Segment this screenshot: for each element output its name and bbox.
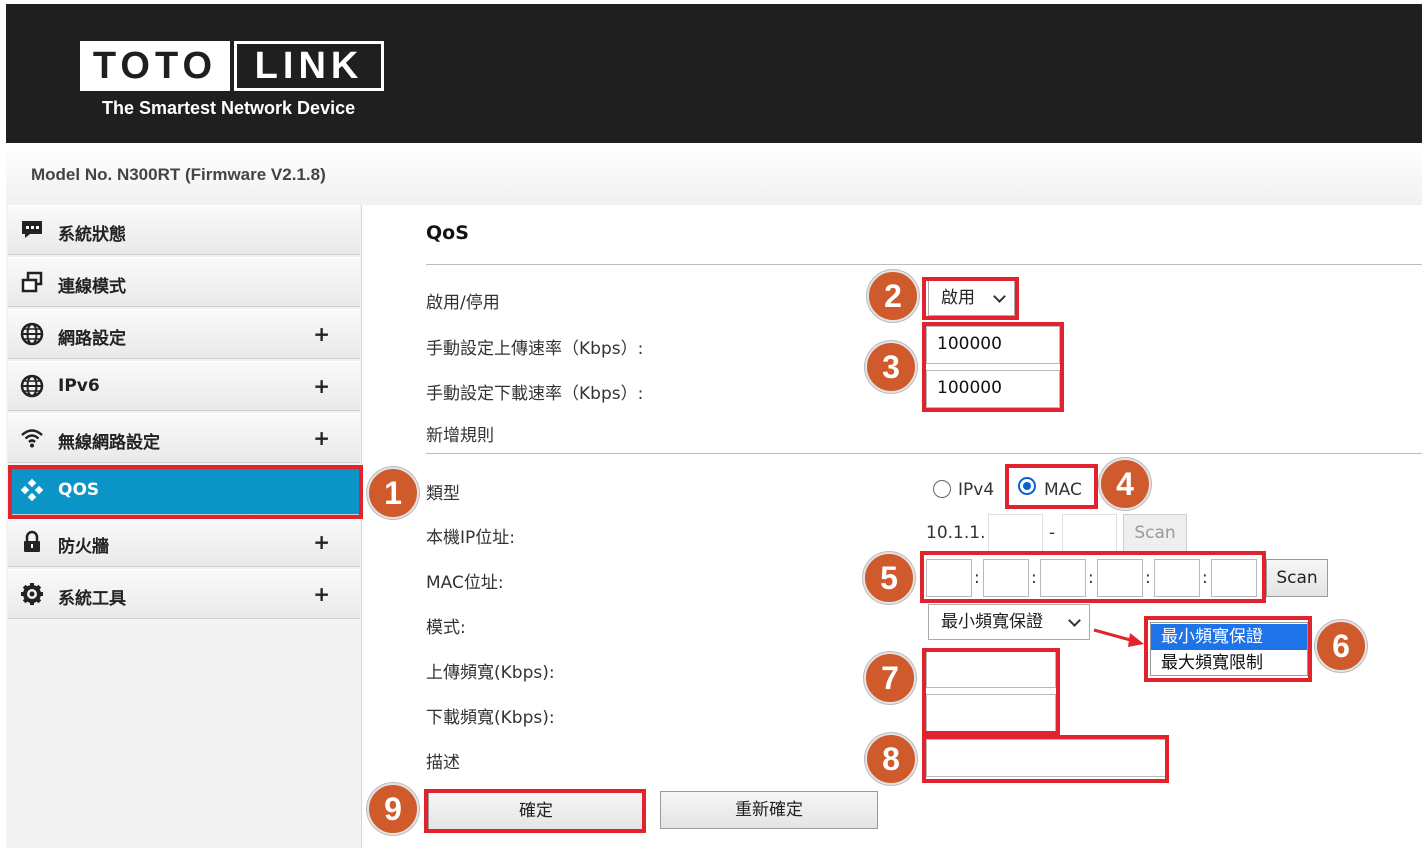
sidebar-item-system-status[interactable]: 系統狀態: [8, 205, 360, 255]
mode-label: 模式:: [426, 618, 466, 638]
confirm-button[interactable]: 確定: [428, 792, 644, 830]
sidebar-item-system-tools[interactable]: 系統工具 +: [8, 569, 360, 619]
sidebar-item-label: 無線網路設定: [58, 433, 160, 453]
sidebar-item-label: IPv6: [58, 376, 100, 396]
mac-octet-4-input[interactable]: [1097, 559, 1143, 597]
divider: [426, 264, 1422, 265]
sidebar-item-connection-mode[interactable]: 連線模式: [8, 257, 360, 307]
chevron-down-icon: [993, 290, 1006, 303]
step-badge-9: 9: [367, 783, 419, 835]
radio-ipv4-label: IPv4: [958, 480, 995, 500]
sidebar-item-firewall[interactable]: 防火牆 +: [8, 517, 360, 567]
upload-bw-label: 上傳頻寬(Kbps):: [426, 663, 555, 683]
mac-octet-5-input[interactable]: [1154, 559, 1200, 597]
step-badge-2: 2: [867, 270, 919, 322]
expand-plus-icon[interactable]: +: [313, 322, 330, 346]
local-ip-prefix: 10.1.1.: [926, 523, 986, 543]
mode-option-min[interactable]: 最小頻寬保證: [1151, 624, 1307, 650]
upload-rate-label: 手動設定上傳速率（Kbps）:: [426, 339, 644, 359]
divider: [426, 453, 1422, 454]
mac-separator: :: [974, 568, 980, 588]
enable-select-value: 啟用: [941, 288, 975, 308]
sidebar: 系統狀態 連線模式 網路設定 + IPv6 + 無線網路設定 + QOS 防火牆…: [6, 205, 362, 848]
mode-select-value: 最小頻寬保證: [941, 612, 1043, 632]
step-badge-3: 3: [865, 341, 917, 393]
mac-separator: :: [1145, 568, 1151, 588]
totolink-logo: TOTO LINK: [80, 41, 384, 91]
wifi-icon: [21, 429, 43, 448]
sidebar-item-network-settings[interactable]: 網路設定 +: [8, 309, 360, 359]
logo-link-text: LINK: [234, 41, 384, 91]
download-rate-label: 手動設定下載速率（Kbps）:: [426, 384, 644, 404]
step-badge-1: 1: [367, 467, 419, 519]
add-rule-title: 新增規則: [426, 426, 494, 446]
mode-icon: [21, 271, 43, 293]
local-ip-label: 本機IP位址:: [426, 528, 515, 548]
enable-label: 啟用/停用: [426, 293, 500, 313]
chevron-down-icon: [1068, 614, 1081, 627]
scan-mac-button[interactable]: Scan: [1266, 559, 1328, 597]
model-info: Model No. N300RT (Firmware V2.1.8): [31, 165, 326, 184]
step-badge-4: 4: [1099, 458, 1151, 510]
radio-mac-label: MAC: [1044, 480, 1082, 500]
lock-icon: [24, 530, 40, 552]
enable-select[interactable]: 啟用: [928, 280, 1015, 316]
radio-mac[interactable]: [1018, 477, 1036, 495]
download-bw-input[interactable]: [926, 694, 1056, 732]
brand-tagline: The Smartest Network Device: [102, 98, 356, 118]
local-ip-dash: -: [1049, 523, 1056, 543]
mac-separator: :: [1202, 568, 1208, 588]
sidebar-item-qos[interactable]: QOS: [8, 465, 360, 515]
download-rate-input[interactable]: 100000: [926, 370, 1060, 408]
step-badge-7: 7: [864, 652, 916, 704]
step-badge-5: 5: [863, 552, 915, 604]
local-ip-start-input[interactable]: [988, 514, 1043, 552]
arrow-annotation-icon: [1093, 628, 1144, 647]
mode-option-max[interactable]: 最大頻寬限制: [1151, 650, 1307, 676]
expand-plus-icon[interactable]: +: [313, 426, 330, 450]
reset-button[interactable]: 重新確定: [660, 791, 878, 829]
header-bar: TOTO LINK The Smartest Network Device: [6, 4, 1422, 143]
mac-separator: :: [1088, 568, 1094, 588]
mac-octet-1-input[interactable]: [926, 559, 972, 597]
expand-plus-icon[interactable]: +: [313, 582, 330, 606]
expand-plus-icon[interactable]: +: [313, 530, 330, 554]
mode-dropdown-list: 最小頻寬保證 最大頻寬限制: [1150, 622, 1308, 676]
globe-icon: [20, 374, 44, 398]
local-ip-end-input[interactable]: [1062, 514, 1117, 552]
page-title: QoS: [426, 222, 469, 244]
sidebar-item-label: 防火牆: [58, 537, 109, 557]
sidebar-item-ipv6[interactable]: IPv6 +: [8, 361, 360, 411]
gear-icon: [21, 583, 43, 605]
upload-bw-input[interactable]: [926, 650, 1056, 688]
description-label: 描述: [426, 753, 460, 773]
mode-select[interactable]: 最小頻寬保證: [928, 604, 1090, 640]
mac-separator: :: [1031, 568, 1037, 588]
description-input[interactable]: [926, 739, 1166, 777]
type-label: 類型: [426, 484, 460, 504]
qos-icon: [20, 478, 44, 502]
step-badge-6: 6: [1315, 620, 1367, 672]
sidebar-item-label: QOS: [58, 480, 100, 500]
step-badge-8: 8: [865, 733, 917, 785]
sidebar-item-label: 網路設定: [58, 329, 126, 349]
status-icon: [22, 221, 42, 238]
globe-icon: [20, 322, 44, 346]
upload-rate-input[interactable]: 100000: [926, 326, 1060, 364]
sidebar-item-wireless-settings[interactable]: 無線網路設定 +: [8, 413, 360, 463]
download-bw-label: 下載頻寬(Kbps):: [426, 708, 555, 728]
mac-octet-3-input[interactable]: [1040, 559, 1086, 597]
mac-octet-6-input[interactable]: [1211, 559, 1257, 597]
sidebar-item-label: 系統狀態: [58, 225, 126, 245]
mac-label: MAC位址:: [426, 573, 504, 593]
sidebar-item-label: 系統工具: [58, 589, 126, 609]
sidebar-item-label: 連線模式: [58, 277, 126, 297]
expand-plus-icon[interactable]: +: [313, 374, 330, 398]
radio-ipv4[interactable]: [933, 480, 951, 498]
logo-toto-text: TOTO: [80, 41, 230, 91]
model-bar: Model No. N300RT (Firmware V2.1.8): [6, 143, 1422, 205]
scan-ip-button[interactable]: Scan: [1123, 514, 1187, 552]
mac-octet-2-input[interactable]: [983, 559, 1029, 597]
